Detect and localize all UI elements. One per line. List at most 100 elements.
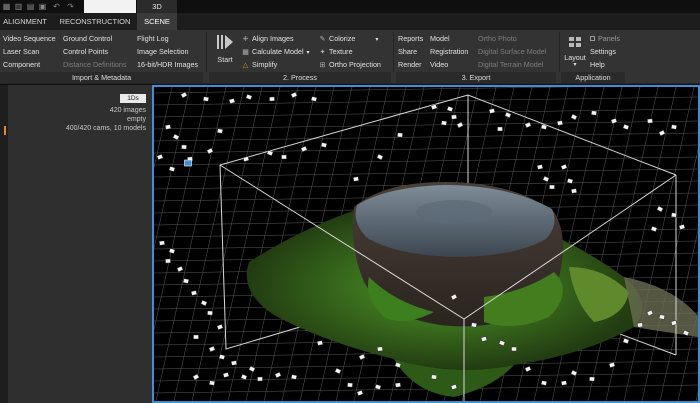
camera-marker[interactable] bbox=[164, 124, 172, 130]
camera-marker[interactable] bbox=[431, 374, 437, 380]
camera-marker[interactable] bbox=[650, 226, 658, 232]
camera-marker[interactable] bbox=[347, 382, 353, 388]
component-button[interactable]: Component bbox=[3, 58, 40, 71]
camera-marker[interactable] bbox=[269, 96, 275, 102]
camera-marker[interactable] bbox=[540, 380, 548, 386]
camera-marker[interactable] bbox=[591, 110, 597, 116]
camera-marker[interactable] bbox=[656, 205, 664, 213]
camera-marker[interactable] bbox=[377, 346, 383, 352]
stump-model[interactable] bbox=[246, 182, 698, 397]
camera-marker[interactable] bbox=[290, 374, 298, 380]
camera-marker[interactable] bbox=[524, 365, 532, 373]
camera-marker[interactable] bbox=[257, 376, 263, 382]
camera-marker[interactable] bbox=[217, 128, 223, 134]
image-selection-button[interactable]: Image Selection bbox=[137, 45, 189, 58]
camera-marker[interactable] bbox=[281, 154, 287, 160]
camera-marker[interactable] bbox=[176, 265, 184, 273]
panel-icon[interactable]: ▣ bbox=[38, 2, 47, 11]
camera-marker[interactable] bbox=[193, 334, 199, 340]
camera-marker[interactable] bbox=[471, 322, 477, 328]
reports-button[interactable]: Reports bbox=[398, 32, 423, 45]
camera-marker[interactable] bbox=[352, 176, 360, 182]
ground-control-button[interactable]: Ground Control bbox=[63, 32, 112, 45]
dataset-badge[interactable]: 1Ds bbox=[120, 94, 146, 103]
layout-icon[interactable]: ▤ bbox=[26, 2, 35, 11]
camera-marker[interactable] bbox=[504, 111, 512, 119]
tab-3d-view[interactable]: 3D bbox=[137, 0, 177, 13]
camera-marker[interactable] bbox=[180, 91, 188, 99]
camera-marker[interactable] bbox=[549, 184, 555, 190]
camera-marker[interactable] bbox=[156, 154, 164, 160]
settings-button[interactable]: Settings bbox=[590, 45, 616, 58]
camera-marker[interactable] bbox=[395, 382, 401, 388]
camera-marker[interactable] bbox=[334, 367, 342, 375]
camera-marker[interactable] bbox=[168, 248, 176, 254]
camera-marker[interactable] bbox=[622, 338, 630, 344]
camera-marker[interactable] bbox=[222, 372, 230, 378]
selected-camera-marker[interactable] bbox=[184, 159, 192, 167]
distance-definitions-button[interactable]: Distance Definitions bbox=[63, 58, 127, 71]
camera-marker[interactable] bbox=[488, 108, 496, 114]
camera-marker[interactable] bbox=[274, 371, 282, 379]
export-video-button[interactable]: Video bbox=[430, 58, 448, 71]
camera-marker[interactable] bbox=[647, 118, 653, 124]
camera-marker[interactable] bbox=[316, 340, 324, 346]
render-button[interactable]: Render bbox=[398, 58, 422, 71]
undo-icon[interactable]: ↶ bbox=[52, 2, 61, 11]
camera-marker[interactable] bbox=[165, 258, 171, 264]
export-model-button[interactable]: Model bbox=[430, 32, 450, 45]
camera-marker[interactable] bbox=[451, 114, 457, 120]
camera-marker[interactable] bbox=[245, 93, 253, 101]
camera-marker[interactable] bbox=[228, 98, 236, 104]
camera-marker[interactable] bbox=[571, 188, 577, 194]
camera-marker[interactable] bbox=[536, 164, 544, 170]
camera-marker[interactable] bbox=[560, 380, 568, 386]
camera-marker[interactable] bbox=[658, 129, 666, 137]
simplify-button[interactable]: △ Simplify bbox=[241, 58, 277, 71]
panels-button[interactable]: Panels bbox=[590, 32, 620, 45]
camera-marker[interactable] bbox=[182, 278, 190, 284]
camera-marker[interactable] bbox=[181, 144, 187, 150]
camera-marker[interactable] bbox=[374, 384, 382, 390]
help-button[interactable]: Help bbox=[590, 58, 605, 71]
document-tab[interactable] bbox=[84, 0, 136, 13]
digital-surface-model-button[interactable]: Digital Surface Model bbox=[478, 45, 546, 58]
redo-icon[interactable]: ↷ bbox=[66, 2, 75, 11]
layout-button[interactable]: Layout ▾ bbox=[563, 36, 587, 68]
camera-marker[interactable] bbox=[209, 380, 215, 386]
laser-scan-button[interactable]: Laser Scan bbox=[3, 45, 39, 58]
camera-marker[interactable] bbox=[622, 124, 630, 130]
tab-scene[interactable]: SCENE bbox=[137, 13, 177, 30]
camera-marker[interactable] bbox=[248, 365, 256, 373]
3d-scene-canvas[interactable] bbox=[154, 87, 698, 401]
camera-marker[interactable] bbox=[376, 153, 384, 161]
camera-marker[interactable] bbox=[159, 240, 165, 246]
camera-marker[interactable] bbox=[610, 118, 618, 124]
start-button[interactable]: Start bbox=[212, 33, 238, 64]
camera-marker[interactable] bbox=[589, 376, 595, 382]
digital-terrain-model-button[interactable]: Digital Terrain Model bbox=[478, 58, 543, 71]
camera-marker[interactable] bbox=[218, 354, 226, 360]
align-images-button[interactable]: ⁜ Align Images bbox=[241, 32, 294, 45]
camera-marker[interactable] bbox=[678, 224, 686, 230]
camera-marker[interactable] bbox=[242, 156, 250, 162]
share-button[interactable]: Share bbox=[398, 45, 417, 58]
3d-viewport[interactable] bbox=[152, 85, 700, 403]
colorize-button[interactable]: ✎ Colorize ▾ bbox=[318, 32, 379, 45]
export-registration-button[interactable]: Registration bbox=[430, 45, 468, 58]
camera-marker[interactable] bbox=[207, 310, 213, 316]
camera-marker[interactable] bbox=[356, 390, 364, 396]
ortho-photo-button[interactable]: Ortho Photo bbox=[478, 32, 517, 45]
texture-button[interactable]: ✦ Texture bbox=[318, 45, 353, 58]
camera-marker[interactable] bbox=[190, 290, 198, 296]
camera-marker[interactable] bbox=[216, 323, 224, 331]
camera-marker[interactable] bbox=[658, 314, 666, 320]
camera-marker[interactable] bbox=[637, 322, 643, 328]
hdr-images-button[interactable]: 16-bit/HDR Images bbox=[137, 58, 198, 71]
camera-marker[interactable] bbox=[524, 121, 532, 129]
camera-marker[interactable] bbox=[230, 360, 238, 366]
camera-marker[interactable] bbox=[671, 212, 677, 218]
flight-log-button[interactable]: Flight Log bbox=[137, 32, 169, 45]
video-sequence-button[interactable]: Video Sequence bbox=[3, 32, 56, 45]
calculate-model-button[interactable]: ▦ Calculate Model ▾ bbox=[241, 45, 309, 58]
